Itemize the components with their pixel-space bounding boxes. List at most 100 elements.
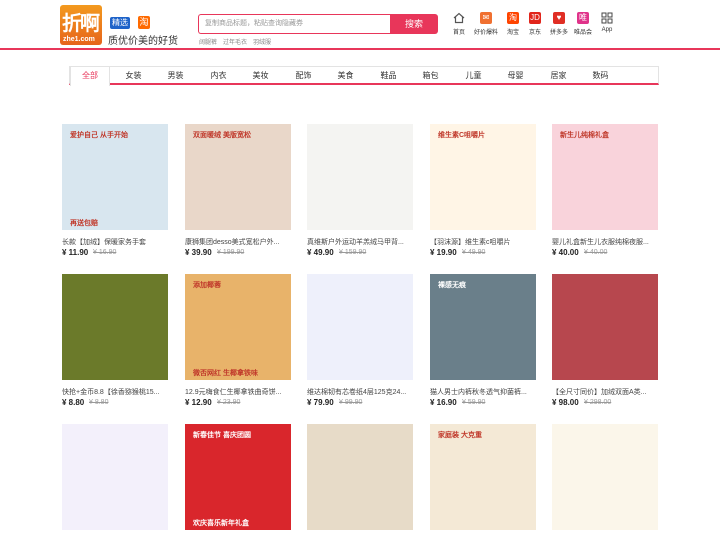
- tab-category[interactable]: 配饰: [286, 67, 321, 84]
- product-price: ¥ 11.90: [62, 248, 88, 257]
- product-image[interactable]: 维生素C咀嚼片: [430, 124, 536, 230]
- nav-label: 好价爆料: [473, 30, 498, 36]
- original-price: ¥ 59.90: [462, 399, 486, 406]
- original-price: ¥ 40.00: [584, 249, 608, 256]
- tab-category[interactable]: 美食: [328, 67, 363, 84]
- tab-category[interactable]: 箱包: [413, 67, 448, 84]
- nav-app[interactable]: App: [593, 12, 621, 33]
- product-card[interactable]: 双面暖绒 美版宽松 康狮集团desso美式宽松户外... ¥ 39.90 ¥ 199.…: [185, 124, 291, 260]
- product-price: ¥ 79.90: [307, 398, 334, 407]
- image-caption: 新生儿纯棉礼盒: [560, 132, 609, 139]
- vip-icon: 唯: [577, 12, 589, 24]
- product-title[interactable]: 12.9元嗨食仁生椰拿铁曲奇饼...: [185, 387, 291, 397]
- hot-word-link[interactable]: 阔腿裤: [199, 37, 217, 46]
- original-price: ¥ 49.90: [462, 249, 486, 256]
- jingxuan-tag: 精选: [110, 17, 130, 29]
- product-title[interactable]: 维达棉韧有芯卷纸4层125克24...: [307, 387, 413, 397]
- product-image[interactable]: [307, 124, 413, 230]
- product-price: ¥ 39.90: [185, 248, 212, 257]
- product-image[interactable]: 添加椰蓉微否网红 生椰拿铁味: [185, 274, 291, 380]
- product-image[interactable]: [307, 424, 413, 530]
- product-price: ¥ 49.90: [307, 248, 334, 257]
- image-caption: 爱护自己 从手开始: [70, 132, 128, 139]
- image-badge: 欢庆喜乐新年礼盒: [193, 520, 249, 527]
- tab-category[interactable]: 母婴: [498, 67, 533, 84]
- product-image[interactable]: 双面暖绒 美版宽松: [185, 124, 291, 230]
- hot-word-link[interactable]: 过年毛衣: [223, 37, 247, 46]
- product-title[interactable]: 康狮集团desso美式宽松户外...: [185, 237, 291, 247]
- tab-category[interactable]: 儿童: [456, 67, 491, 84]
- product-title[interactable]: 快抢+金币8.8【徐香猕猴桃15...: [62, 387, 168, 397]
- product-image[interactable]: [552, 424, 658, 530]
- product-price: ¥ 19.90: [430, 248, 457, 257]
- product-image[interactable]: [62, 424, 168, 530]
- price-value: ¥ 40.00: [552, 248, 579, 257]
- home-icon: [453, 12, 465, 24]
- product-title[interactable]: 【羽沫源】维生素c咀嚼片: [430, 237, 536, 247]
- tab-category[interactable]: 数码: [583, 67, 618, 84]
- product-price: ¥ 98.00: [552, 398, 579, 407]
- price-value: ¥ 19.90: [430, 248, 457, 257]
- site-logo[interactable]: 折啊 zhe1.com: [60, 5, 102, 45]
- tab-category[interactable]: 男装: [158, 67, 193, 84]
- price-value: ¥ 12.90: [185, 398, 212, 407]
- slogan: 质优价美的好货: [108, 36, 178, 47]
- product-card[interactable]: 新生儿纯棉礼盒 婴儿礼盒新生儿衣服纯棉夜服... ¥ 40.00 ¥ 40.00: [552, 124, 658, 260]
- original-price: ¥ 23.90: [217, 399, 241, 406]
- product-title[interactable]: 【全尺寸同价】加绒双面A类...: [552, 387, 658, 397]
- price-value: ¥ 49.90: [307, 248, 334, 257]
- image-caption: 新春佳节 喜庆团圆: [193, 432, 251, 439]
- product-title[interactable]: 长款【加绒】保暖家务手套: [62, 237, 168, 247]
- product-card[interactable]: 【全尺寸同价】加绒双面A类... ¥ 98.00 ¥ 298.00: [552, 274, 658, 410]
- price-value: ¥ 79.90: [307, 398, 334, 407]
- product-title[interactable]: 猫人男士内裤秋冬透气抑菌裤...: [430, 387, 536, 397]
- original-price: ¥ 16.90: [93, 249, 117, 256]
- product-image[interactable]: 爱护自己 从手开始 再送包赔: [62, 124, 168, 230]
- hot-word-link[interactable]: 羽绒服: [253, 37, 271, 46]
- original-price: ¥ 99.90: [339, 399, 363, 406]
- tab-category[interactable]: 鞋品: [371, 67, 406, 84]
- product-image[interactable]: [62, 274, 168, 380]
- search-input[interactable]: 复制商品标题，粘贴查询隐藏券: [198, 14, 391, 34]
- site-header: 折啊 zhe1.com 精选 淘 质优价美的好货 复制商品标题，粘贴查询隐藏券 …: [0, 0, 720, 50]
- image-badge: 再送包赔: [70, 220, 98, 227]
- product-image[interactable]: [552, 274, 658, 380]
- product-price: ¥ 12.90: [185, 398, 212, 407]
- product-card[interactable]: 维生素C咀嚼片【羽沫源】维生素c咀嚼片 ¥ 19.90 ¥ 49.90: [430, 124, 536, 260]
- product-card[interactable]: 爱护自己 从手开始 再送包赔长款【加绒】保暖家务手套 ¥ 11.90 ¥ 16.90: [62, 124, 168, 260]
- tab-category[interactable]: 美妆: [243, 67, 278, 84]
- tab-category[interactable]: 内衣: [201, 67, 236, 84]
- original-price: ¥ 159.90: [339, 249, 367, 256]
- category-tabs: 全部 女装 男装 内衣 美妆 配饰 美食 鞋品 箱包 儿童 母婴 居家 数码: [69, 66, 659, 86]
- product-title[interactable]: 真维斯户外运动羊羔绒马甲背...: [307, 237, 413, 247]
- nav-label: App: [601, 27, 613, 33]
- product-card[interactable]: 裸感无痕 猫人男士内裤秋冬透气抑菌裤... ¥ 16.90 ¥ 59.90: [430, 274, 536, 410]
- price-value: ¥ 98.00: [552, 398, 579, 407]
- price-value: ¥ 11.90: [62, 248, 89, 257]
- pdd-icon: ♥: [553, 12, 565, 24]
- tab-category[interactable]: 女装: [116, 67, 151, 84]
- product-card[interactable]: 添加椰蓉微否网红 生椰拿铁味 12.9元嗨食仁生椰拿铁曲奇饼... ¥ 12.90 ¥…: [185, 274, 291, 410]
- tab-category[interactable]: 居家: [541, 67, 576, 84]
- product-title[interactable]: 婴儿礼盒新生儿衣服纯棉夜服...: [552, 237, 658, 247]
- tab-all[interactable]: 全部: [70, 67, 110, 86]
- product-price: ¥ 8.80: [62, 398, 84, 407]
- product-image[interactable]: 新春佳节 喜庆团圆 欢庆喜乐新年礼盒: [185, 424, 291, 530]
- search-button[interactable]: 搜索: [390, 14, 438, 34]
- image-caption: 双面暖绒 美版宽松: [193, 132, 251, 139]
- product-image[interactable]: 家庭装 大克重: [430, 424, 536, 530]
- product-image[interactable]: 裸感无痕: [430, 274, 536, 380]
- product-card[interactable]: 真维斯户外运动羊羔绒马甲背... ¥ 49.90 ¥ 159.90: [307, 124, 413, 260]
- nav-home[interactable]: 首页: [445, 12, 473, 36]
- product-image[interactable]: [307, 274, 413, 380]
- product-card[interactable]: 快抢+金币8.8【徐香猕猴桃15... ¥ 8.80 ¥ 8.80: [62, 274, 168, 410]
- product-image[interactable]: 新生儿纯棉礼盒: [552, 124, 658, 230]
- price-value: ¥ 39.90: [185, 248, 212, 257]
- image-caption: 添加椰蓉: [193, 282, 221, 289]
- image-caption: 维生素C咀嚼片: [438, 132, 486, 139]
- nav-deals[interactable]: ✉ 好价爆料: [472, 12, 500, 36]
- image-badge: 微否网红 生椰拿铁味: [193, 370, 258, 377]
- nav-label: 首页: [452, 30, 465, 36]
- product-card[interactable]: 维达棉韧有芯卷纸4层125克24... ¥ 79.90 ¥ 99.90: [307, 274, 413, 410]
- mail-icon: ✉: [480, 12, 492, 24]
